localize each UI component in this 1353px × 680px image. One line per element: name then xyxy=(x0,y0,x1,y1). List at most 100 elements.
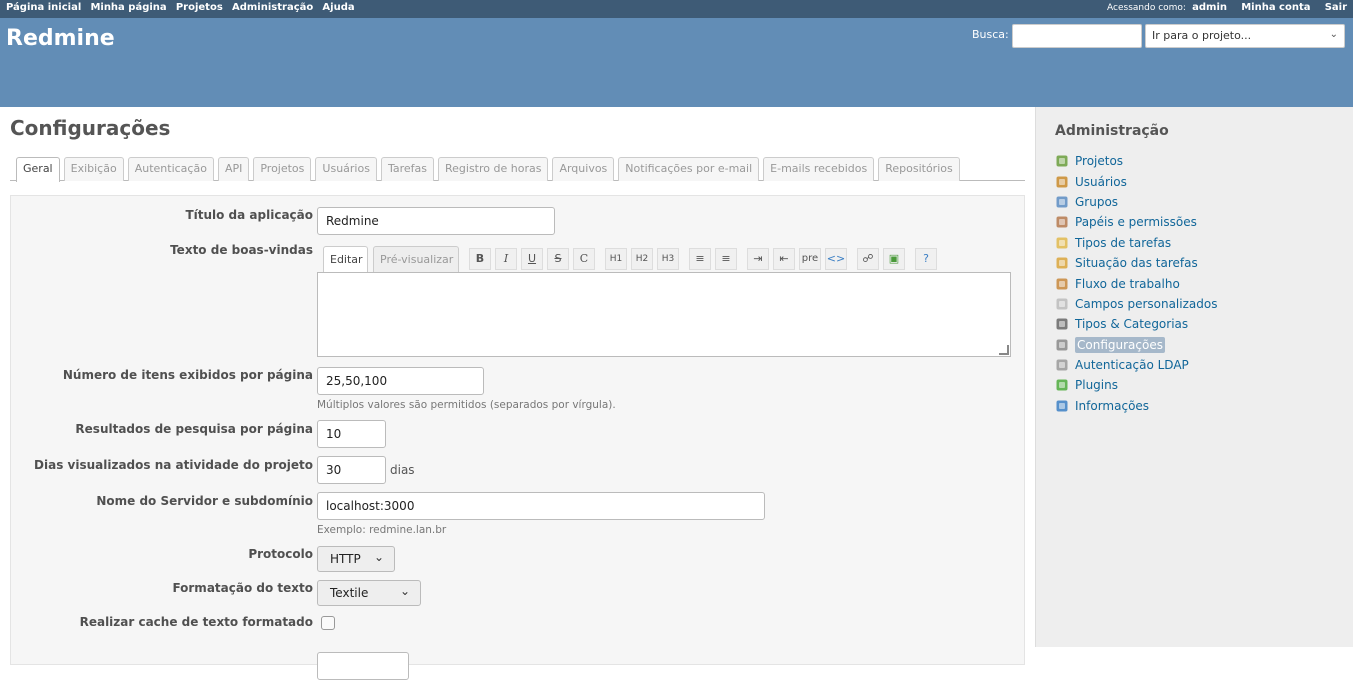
sidebar-item-label[interactable]: Projetos xyxy=(1075,154,1123,168)
code-button[interactable]: <> xyxy=(825,248,847,270)
settings-tabs: Geral Exibição Autenticação API Projetos… xyxy=(10,157,1025,182)
protocol-select[interactable]: HTTP ⌄ xyxy=(317,546,395,572)
sidebar-item-group[interactable]: Grupos xyxy=(1055,192,1217,212)
per-page-input[interactable]: 25,50,100 xyxy=(317,367,484,395)
logout-link[interactable]: Sair xyxy=(1325,2,1347,13)
tab-users[interactable]: Usuários xyxy=(315,157,377,181)
top-link-projects[interactable]: Projetos xyxy=(176,2,223,13)
sidebar-item-label[interactable]: Papéis e permissões xyxy=(1075,215,1197,229)
sidebar-item-user[interactable]: Usuários xyxy=(1055,171,1217,191)
sidebar-item-label[interactable]: Situação das tarefas xyxy=(1075,256,1198,270)
top-link-my-page[interactable]: Minha página xyxy=(90,2,166,13)
bold-button[interactable]: B xyxy=(469,248,491,270)
cache-formatted-checkbox[interactable] xyxy=(321,616,335,630)
sidebar-item-label[interactable]: Autenticação LDAP xyxy=(1075,358,1189,372)
tab-repositories[interactable]: Repositórios xyxy=(878,157,960,181)
workflow-icon xyxy=(1055,277,1069,291)
underline-icon: U xyxy=(527,252,537,265)
tab-files[interactable]: Arquivos xyxy=(552,157,615,181)
help-button[interactable]: ? xyxy=(915,248,937,270)
sidebar-item-label[interactable]: Tipos de tarefas xyxy=(1075,236,1171,250)
sidebar-item-label[interactable]: Tipos & Categorias xyxy=(1075,317,1188,331)
group-icon xyxy=(1055,195,1069,209)
page-title: Configurações xyxy=(10,116,171,140)
tab-api[interactable]: API xyxy=(217,157,250,181)
underline-button[interactable]: U xyxy=(521,248,543,270)
sidebar-item-custom-fields[interactable]: Campos personalizados xyxy=(1055,294,1217,314)
top-menu: Página inicial Minha página Projetos Adm… xyxy=(0,0,1353,18)
sidebar-item-label[interactable]: Usuários xyxy=(1075,175,1127,189)
h1-button[interactable]: H1 xyxy=(605,248,627,270)
link-button[interactable]: ☍ xyxy=(857,248,879,270)
my-account-link[interactable]: Minha conta xyxy=(1241,2,1310,13)
list-icon xyxy=(1055,317,1069,331)
activity-days-suffix: dias xyxy=(390,463,415,477)
chevron-down-icon: ⌄ xyxy=(399,584,410,598)
sidebar-item-help[interactable]: Informações xyxy=(1055,396,1217,416)
sidebar-item-plugin[interactable]: Plugins xyxy=(1055,375,1217,395)
tab-display[interactable]: Exibição xyxy=(63,157,124,181)
numbered-list-icon: ≡ xyxy=(721,252,731,265)
editor-tab-edit[interactable]: Editar xyxy=(323,246,368,273)
ordered-list-button[interactable]: ≡ xyxy=(715,248,737,270)
sidebar-item-label[interactable]: Fluxo de trabalho xyxy=(1075,277,1180,291)
logged-in-user[interactable]: admin xyxy=(1192,2,1227,13)
project-jump-select[interactable]: Ir para o projeto... ⌄ xyxy=(1145,24,1345,48)
search-per-page-input[interactable]: 10 xyxy=(317,420,386,448)
h2-button[interactable]: H2 xyxy=(631,248,653,270)
activity-days-input[interactable]: 30 xyxy=(317,456,386,484)
pre-button[interactable]: pre xyxy=(799,248,821,270)
text-formatting-label: Formatação do texto xyxy=(172,581,313,595)
italic-button[interactable]: I xyxy=(495,248,517,270)
sidebar-item-trackers[interactable]: Tipos de tarefas xyxy=(1055,233,1217,253)
sidebar-item-roles[interactable]: Papéis e permissões xyxy=(1055,212,1217,232)
sidebar-item-projects[interactable]: Projetos xyxy=(1055,151,1217,171)
tab-incoming-emails[interactable]: E-mails recebidos xyxy=(763,157,875,181)
sidebar-item-status[interactable]: Situação das tarefas xyxy=(1055,253,1217,273)
text-formatting-select[interactable]: Textile ⌄ xyxy=(317,580,421,606)
search-input[interactable] xyxy=(1012,24,1142,48)
main-content: Configurações Geral Exibição Autenticaçã… xyxy=(0,107,1035,680)
app-title-input[interactable]: Redmine xyxy=(317,207,555,235)
top-link-home[interactable]: Página inicial xyxy=(6,2,81,13)
text-formatting-value: Textile xyxy=(330,586,369,600)
welcome-text-textarea[interactable] xyxy=(317,272,1011,357)
user-icon xyxy=(1055,175,1069,189)
logged-in-label: Acessando como: xyxy=(1107,3,1186,13)
tab-issues[interactable]: Tarefas xyxy=(380,157,434,181)
top-menu-links: Página inicial Minha página Projetos Adm… xyxy=(6,2,361,13)
editor-tab-preview[interactable]: Pré-visualizar xyxy=(373,246,459,273)
tab-authentication[interactable]: Autenticação xyxy=(127,157,214,181)
outdent-button[interactable]: ⇤ xyxy=(773,248,795,270)
sidebar-item-server-key[interactable]: Autenticação LDAP xyxy=(1055,355,1217,375)
tab-time-tracking[interactable]: Registro de horas xyxy=(438,157,549,181)
tab-general[interactable]: Geral xyxy=(16,157,60,182)
next-field-input[interactable] xyxy=(317,652,409,680)
tab-notifications[interactable]: Notificações por e-mail xyxy=(618,157,760,181)
per-page-label: Número de itens exibidos por página xyxy=(62,368,313,382)
sidebar-item-label[interactable]: Grupos xyxy=(1075,195,1118,209)
image-button[interactable]: ▣ xyxy=(883,248,905,270)
sidebar-item-workflow[interactable]: Fluxo de trabalho xyxy=(1055,273,1217,293)
sidebar-item-list[interactable]: Tipos & Categorias xyxy=(1055,314,1217,334)
h3-button[interactable]: H3 xyxy=(657,248,679,270)
sidebar-item-settings[interactable]: Configurações xyxy=(1055,335,1217,355)
sidebar-item-label[interactable]: Configurações xyxy=(1075,336,1165,353)
row-welcome-text: Texto de boas-vindas Editar Pré-visualiz… xyxy=(11,243,1026,358)
unordered-list-button[interactable]: ≡ xyxy=(689,248,711,270)
top-link-admin[interactable]: Administração xyxy=(232,2,313,13)
tab-projects[interactable]: Projetos xyxy=(253,157,312,181)
sidebar-item-label[interactable]: Informações xyxy=(1075,399,1149,413)
sidebar-item-label[interactable]: Plugins xyxy=(1075,378,1118,392)
host-name-input[interactable]: localhost:3000 xyxy=(317,492,765,520)
top-link-help[interactable]: Ajuda xyxy=(322,2,354,13)
strike-button[interactable]: S xyxy=(547,248,569,270)
resize-handle[interactable] xyxy=(999,345,1009,355)
indent-button[interactable]: ⇥ xyxy=(747,248,769,270)
sidebar-item-label[interactable]: Campos personalizados xyxy=(1075,297,1217,311)
indent-icon: ⇥ xyxy=(753,252,763,265)
protocol-label: Protocolo xyxy=(248,547,313,561)
h3-icon: H3 xyxy=(661,254,675,264)
code-inline-button[interactable]: C xyxy=(573,248,595,270)
admin-sidebar: Administração Projetos Usuários Grupos Papé… xyxy=(1035,107,1353,647)
